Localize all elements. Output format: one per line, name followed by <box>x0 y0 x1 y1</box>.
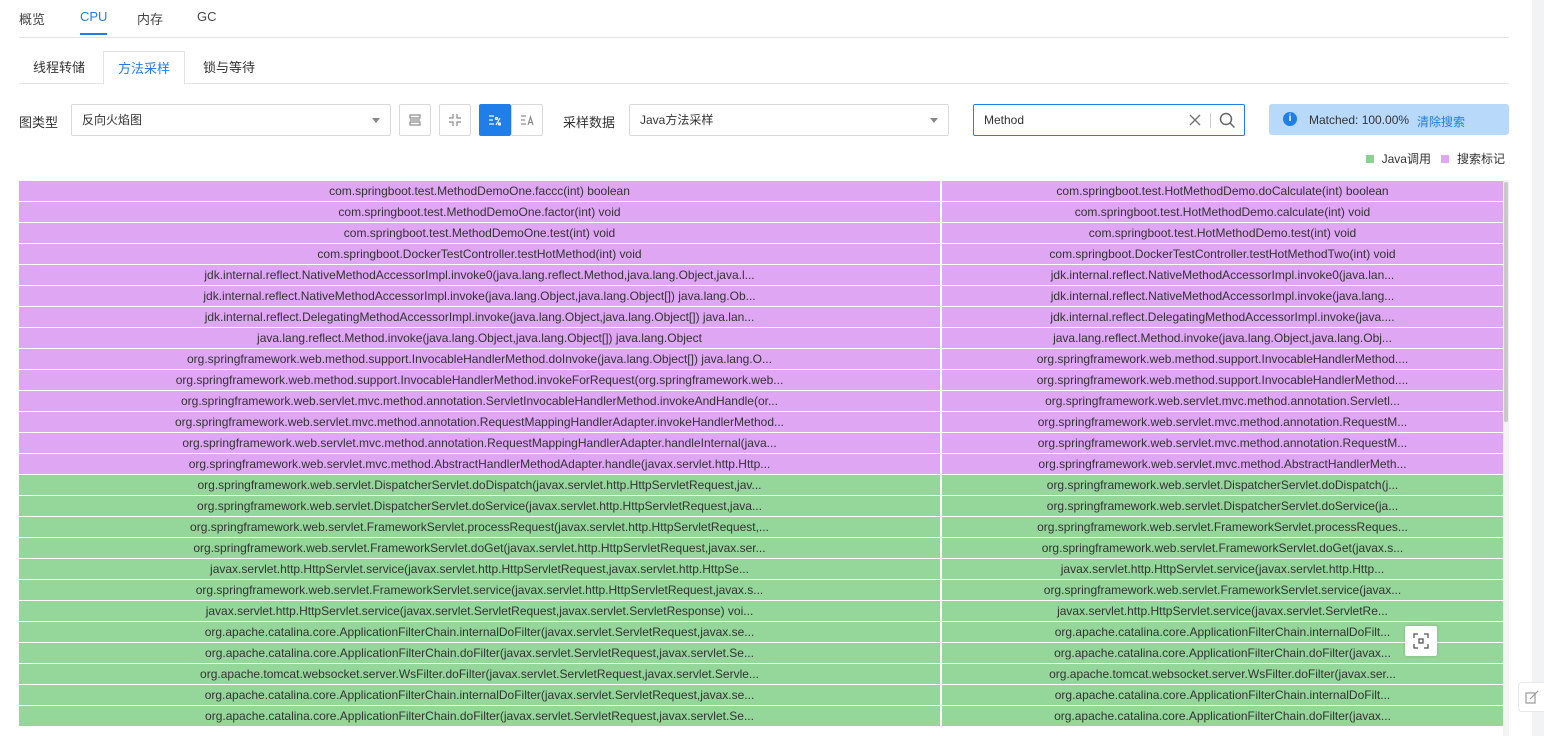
flame-frame[interactable]: org.springframework.web.servlet.Framewor… <box>19 580 940 600</box>
sub-tab-bar: 线程转储 方法采样 锁与等待 <box>19 51 1509 85</box>
flame-frame[interactable]: org.springframework.web.servlet.mvc.meth… <box>19 433 940 453</box>
flame-frame[interactable]: org.springframework.web.servlet.mvc.meth… <box>19 412 940 432</box>
flame-frame[interactable]: javax.servlet.http.HttpServlet.service(j… <box>19 559 940 579</box>
flame-frame[interactable]: javax.servlet.http.HttpServlet.service(j… <box>942 559 1503 579</box>
flame-frame[interactable]: com.springboot.test.MethodDemoOne.factor… <box>19 202 940 222</box>
flame-frame[interactable]: javax.servlet.http.HttpServlet.service(j… <box>942 601 1503 621</box>
flame-frame[interactable]: org.springframework.web.servlet.Framewor… <box>19 538 940 558</box>
flame-frame[interactable]: org.springframework.web.servlet.mvc.meth… <box>942 412 1503 432</box>
close-icon[interactable] <box>1188 113 1202 127</box>
legend-item-search: 搜索标记 <box>1440 150 1505 167</box>
flame-frame[interactable]: com.springboot.test.MethodDemoOne.test(i… <box>19 223 940 243</box>
flame-frame[interactable]: org.springframework.web.servlet.Dispatch… <box>942 496 1503 516</box>
flame-frame[interactable]: org.springframework.web.servlet.mvc.meth… <box>19 454 940 474</box>
legend-item-java: Java调用 <box>1365 150 1431 167</box>
search-input[interactable]: Method <box>973 104 1245 136</box>
expand-rows-button[interactable] <box>399 104 431 136</box>
edit-icon <box>1524 690 1538 704</box>
flame-frame[interactable]: org.springframework.web.servlet.mvc.meth… <box>942 433 1503 453</box>
search-icon[interactable] <box>1219 112 1236 129</box>
fullscreen-icon <box>1413 633 1429 649</box>
flame-frame[interactable]: com.springboot.test.MethodDemoOne.faccc(… <box>19 181 940 201</box>
flame-frame[interactable]: jdk.internal.reflect.NativeMethodAccesso… <box>19 286 940 306</box>
tab-cpu[interactable]: CPU <box>80 9 108 35</box>
flame-frame[interactable]: org.springframework.web.method.support.I… <box>19 370 940 390</box>
chevron-down-icon <box>930 118 938 123</box>
flame-frame[interactable]: java.lang.reflect.Method.invoke(java.lan… <box>942 328 1503 348</box>
flame-frame[interactable]: javax.servlet.http.HttpServlet.service(j… <box>19 601 940 621</box>
flame-frame[interactable]: jdk.internal.reflect.NativeMethodAccesso… <box>942 265 1503 285</box>
match-banner: i Matched: 100.00% 清除搜索 <box>1269 104 1509 135</box>
flame-frame[interactable]: com.springboot.DockerTestController.test… <box>19 244 940 264</box>
chart-type-select[interactable]: 反向火焰图 <box>71 104 391 136</box>
tab-thread-dump[interactable]: 线程转储 <box>19 51 99 84</box>
flame-frame[interactable]: org.springframework.web.servlet.Dispatch… <box>942 475 1503 495</box>
flame-frame[interactable]: org.apache.catalina.core.ApplicationFilt… <box>942 706 1503 726</box>
legend-swatch <box>1365 154 1374 163</box>
flame-frame[interactable]: java.lang.reflect.Method.invoke(java.lan… <box>19 328 940 348</box>
tab-method-sampling[interactable]: 方法采样 <box>103 51 186 85</box>
flame-frame[interactable]: org.springframework.web.method.support.I… <box>19 349 940 369</box>
chart-type-label: 图类型 <box>19 115 59 130</box>
flame-frame[interactable]: org.apache.catalina.core.ApplicationFilt… <box>942 685 1503 705</box>
search-value: Method <box>984 113 1025 127</box>
flame-frame[interactable]: com.springboot.test.HotMethodDemo.calcul… <box>942 202 1503 222</box>
text-sort-button[interactable] <box>511 104 543 136</box>
legend: Java调用 搜索标记 <box>1356 150 1505 167</box>
collapse-icon <box>449 114 461 126</box>
flame-frame[interactable]: org.apache.catalina.core.ApplicationFilt… <box>19 706 940 726</box>
percent-sort-icon <box>489 115 502 126</box>
right-rail <box>1532 0 1544 736</box>
flame-frame[interactable]: org.springframework.web.servlet.mvc.meth… <box>942 454 1503 474</box>
top-tab-bar: 概览 CPU 内存 GC <box>19 0 1509 38</box>
tab-memory[interactable]: 内存 <box>137 9 163 37</box>
clear-search-link[interactable]: 清除搜索 <box>1417 113 1465 130</box>
flame-frame[interactable]: jdk.internal.reflect.DelegatingMethodAcc… <box>942 307 1503 327</box>
flame-frame[interactable]: com.springboot.test.HotMethodDemo.test(i… <box>942 223 1503 243</box>
percent-sort-button[interactable] <box>479 104 511 136</box>
flame-frame[interactable]: org.springframework.web.method.support.I… <box>942 370 1503 390</box>
flame-frame[interactable]: org.springframework.web.method.support.I… <box>942 349 1503 369</box>
flame-frame[interactable]: org.apache.tomcat.websocket.server.WsFil… <box>942 664 1503 684</box>
info-icon: i <box>1283 112 1297 126</box>
legend-label: 搜索标记 <box>1456 152 1505 166</box>
flame-frame[interactable]: org.springframework.web.servlet.mvc.meth… <box>942 391 1503 411</box>
flame-frame[interactable]: jdk.internal.reflect.NativeMethodAccesso… <box>942 286 1503 306</box>
flame-frame[interactable]: org.apache.catalina.core.ApplicationFilt… <box>19 622 940 642</box>
match-percentage: Matched: 100.00% <box>1309 113 1410 127</box>
sample-data-value: Java方法采样 <box>640 113 714 127</box>
flame-frame[interactable]: org.springframework.web.servlet.Framewor… <box>942 517 1503 537</box>
flame-graph: com.springboot.test.MethodDemoOne.faccc(… <box>19 180 1503 736</box>
flame-frame[interactable]: org.springframework.web.servlet.Dispatch… <box>19 496 940 516</box>
tab-locks-waits[interactable]: 锁与等待 <box>189 51 269 84</box>
sample-data-label: 采样数据 <box>563 115 616 130</box>
flame-frame[interactable]: org.apache.tomcat.websocket.server.WsFil… <box>19 664 940 684</box>
flame-frame[interactable]: com.springboot.DockerTestController.test… <box>942 244 1503 264</box>
flame-frame[interactable]: org.apache.catalina.core.ApplicationFilt… <box>19 643 940 663</box>
flame-frame[interactable]: org.apache.catalina.core.ApplicationFilt… <box>19 685 940 705</box>
chevron-down-icon <box>372 118 380 123</box>
legend-swatch <box>1440 154 1449 163</box>
tab-gc[interactable]: GC <box>197 9 217 33</box>
flame-frame[interactable]: org.springframework.web.servlet.Dispatch… <box>19 475 940 495</box>
expand-rows-icon <box>409 114 421 126</box>
flame-frame[interactable]: org.springframework.web.servlet.mvc.meth… <box>19 391 940 411</box>
flame-frame[interactable]: com.springboot.test.HotMethodDemo.doCalc… <box>942 181 1503 201</box>
flame-frame[interactable]: jdk.internal.reflect.DelegatingMethodAcc… <box>19 307 940 327</box>
feedback-button[interactable] <box>1518 682 1544 712</box>
sample-data-select[interactable]: Java方法采样 <box>629 104 949 136</box>
collapse-button[interactable] <box>439 104 471 136</box>
chart-type-value: 反向火焰图 <box>82 113 143 127</box>
fullscreen-button[interactable] <box>1405 626 1437 656</box>
tab-overview[interactable]: 概览 <box>19 9 45 37</box>
flame-frame[interactable]: org.springframework.web.servlet.Framewor… <box>19 517 940 537</box>
flame-frame[interactable]: org.springframework.web.servlet.Framewor… <box>942 580 1503 600</box>
search-divider <box>1210 113 1211 128</box>
scrollbar-thumb[interactable] <box>1504 182 1508 422</box>
flame-frame[interactable]: org.springframework.web.servlet.Framewor… <box>942 538 1503 558</box>
flame-frame[interactable]: jdk.internal.reflect.NativeMethodAccesso… <box>19 265 940 285</box>
legend-label: Java调用 <box>1381 152 1431 166</box>
text-sort-icon <box>521 114 534 126</box>
